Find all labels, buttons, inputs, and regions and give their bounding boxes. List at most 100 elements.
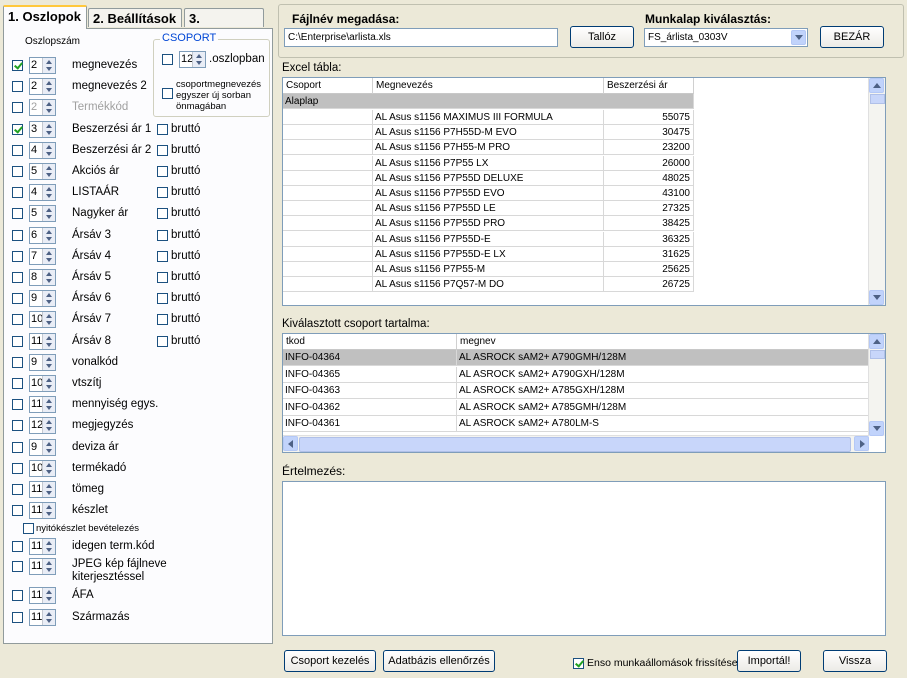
scroll-down-icon[interactable] bbox=[869, 290, 884, 305]
excel-cell[interactable] bbox=[283, 216, 373, 232]
excel-group-row[interactable]: Alaplap bbox=[283, 94, 694, 109]
excel-cell[interactable]: 43100 bbox=[604, 186, 694, 201]
excel-cell[interactable]: AL Asus s1156 P7P55D-E bbox=[373, 231, 604, 247]
column-enable-checkbox[interactable] bbox=[12, 590, 23, 601]
excel-vscrollbar[interactable] bbox=[868, 78, 885, 305]
column-number-spinner[interactable]: 4 bbox=[29, 141, 56, 159]
excel-cell[interactable]: 27325 bbox=[604, 201, 694, 217]
scroll-down-icon[interactable] bbox=[869, 421, 884, 436]
excel-column-header[interactable]: Megnevezés bbox=[373, 78, 604, 94]
selected-column-header[interactable]: megnev bbox=[457, 334, 871, 350]
column-number-spinner[interactable]: 11 bbox=[29, 481, 56, 498]
excel-cell[interactable]: 23200 bbox=[604, 140, 694, 156]
excel-cell[interactable]: AL Asus s1156 P7P55 LX bbox=[373, 155, 604, 171]
spinner-arrows-icon[interactable] bbox=[42, 58, 55, 73]
column-number-spinner[interactable]: 10 bbox=[29, 311, 56, 329]
excel-cell[interactable]: AL Asus s1156 P7P55D LE bbox=[373, 201, 604, 217]
column-number-spinner[interactable]: 12 bbox=[29, 417, 56, 435]
column-number-spinner[interactable]: 11 bbox=[29, 558, 56, 575]
file-path-input[interactable]: C:\Enterprise\arlista.xls bbox=[284, 28, 558, 47]
spinner-arrows-icon[interactable] bbox=[42, 439, 55, 455]
column-enable-checkbox[interactable] bbox=[12, 420, 23, 432]
spinner-arrows-icon[interactable] bbox=[42, 164, 55, 179]
column-number-spinner[interactable]: 9 bbox=[29, 290, 56, 308]
column-enable-checkbox[interactable] bbox=[12, 250, 23, 262]
csoport-column-spinner[interactable]: 12 bbox=[179, 51, 206, 68]
excel-cell[interactable]: AL Asus s1156 P7P55D-E LX bbox=[373, 246, 604, 262]
excel-cell[interactable]: 30475 bbox=[604, 125, 694, 141]
column-enable-checkbox[interactable] bbox=[12, 166, 23, 177]
excel-cell[interactable]: AL Asus s1156 P7P55D EVO bbox=[373, 186, 604, 201]
column-enable-checkbox[interactable] bbox=[12, 378, 23, 389]
brutto-checkbox[interactable] bbox=[157, 250, 168, 262]
csoport-kezeles-button[interactable]: Csoport kezelés bbox=[284, 650, 376, 672]
column-enable-checkbox[interactable] bbox=[12, 272, 23, 283]
spinner-arrows-icon[interactable] bbox=[42, 270, 55, 285]
column-number-spinner[interactable]: 11 bbox=[29, 396, 56, 414]
column-number-spinner[interactable]: 11 bbox=[29, 587, 56, 604]
excel-column-header[interactable]: Beszerzési ár bbox=[604, 78, 694, 94]
tab-beallitasok[interactable]: 2. Beállítások bbox=[88, 8, 182, 27]
excel-cell[interactable]: 25625 bbox=[604, 262, 694, 277]
excel-cell[interactable] bbox=[283, 140, 373, 156]
excel-cell[interactable]: 36325 bbox=[604, 231, 694, 247]
spinner-arrows-icon[interactable] bbox=[42, 206, 55, 222]
brutto-checkbox[interactable] bbox=[157, 208, 168, 220]
excel-cell[interactable]: AL Asus s1156 P7P55-M bbox=[373, 262, 604, 277]
selected-cell[interactable]: AL ASROCK sAM2+ A785GXH/128M bbox=[457, 383, 871, 399]
chevron-down-icon[interactable] bbox=[791, 30, 806, 45]
column-enable-checkbox[interactable] bbox=[12, 60, 23, 71]
column-enable-checkbox[interactable] bbox=[12, 541, 23, 552]
column-enable-checkbox[interactable] bbox=[12, 314, 23, 326]
spinner-arrows-icon[interactable] bbox=[42, 376, 55, 391]
excel-cell[interactable] bbox=[283, 262, 373, 277]
scroll-thumb[interactable] bbox=[870, 350, 885, 359]
selected-cell[interactable]: INFO-04364 bbox=[283, 350, 457, 366]
selected-cell[interactable]: AL ASROCK sAM2+ A790GMH/128M bbox=[457, 350, 871, 366]
spinner-arrows-icon[interactable] bbox=[42, 354, 55, 370]
excel-cell[interactable]: 55075 bbox=[604, 110, 694, 125]
selected-hscrollbar[interactable] bbox=[283, 435, 869, 452]
column-number-spinner[interactable]: 5 bbox=[29, 163, 56, 180]
csoport-spinner-arrows-icon[interactable] bbox=[192, 52, 205, 67]
selected-cell[interactable]: AL ASROCK sAM2+ A785GMH/128M bbox=[457, 399, 871, 416]
ertelmezes-textarea[interactable] bbox=[282, 481, 886, 636]
spinner-arrows-icon[interactable] bbox=[42, 79, 55, 95]
spinner-arrows-icon[interactable] bbox=[42, 227, 55, 243]
spinner-arrows-icon[interactable] bbox=[42, 418, 55, 434]
excel-cell[interactable] bbox=[283, 170, 373, 186]
column-enable-checkbox[interactable] bbox=[12, 81, 23, 93]
excel-cell[interactable]: AL Asus s1156 P7P55D DELUXE bbox=[373, 170, 604, 186]
excel-cell[interactable]: AL Asus s1156 P7P55D PRO bbox=[373, 216, 604, 232]
brutto-checkbox[interactable] bbox=[157, 272, 168, 283]
tab-specialis[interactable]: 3. Speciális bbox=[184, 8, 264, 45]
column-enable-checkbox[interactable] bbox=[12, 484, 23, 495]
selected-cell[interactable]: INFO-04361 bbox=[283, 416, 457, 432]
scroll-right-icon[interactable] bbox=[854, 436, 869, 451]
column-number-spinner[interactable]: 9 bbox=[29, 438, 56, 456]
column-enable-checkbox[interactable] bbox=[12, 123, 23, 135]
selected-group-table[interactable]: tkod megnev INFO-04364 AL ASROCK sAM2+ A790… bbox=[282, 333, 886, 453]
brutto-checkbox[interactable] bbox=[157, 335, 168, 347]
column-enable-checkbox[interactable] bbox=[12, 293, 23, 305]
column-enable-checkbox[interactable] bbox=[12, 561, 23, 572]
spinner-arrows-icon[interactable] bbox=[42, 559, 55, 574]
excel-cell[interactable]: 48025 bbox=[604, 170, 694, 186]
excel-cell[interactable] bbox=[283, 277, 373, 293]
column-number-spinner[interactable]: 9 bbox=[29, 353, 56, 371]
selected-cell[interactable]: AL ASROCK sAM2+ A790GXH/128M bbox=[457, 366, 871, 383]
column-number-spinner[interactable]: 5 bbox=[29, 205, 56, 223]
column-enable-checkbox[interactable] bbox=[12, 612, 23, 623]
column-enable-checkbox[interactable] bbox=[12, 356, 23, 368]
column-enable-checkbox[interactable] bbox=[12, 187, 23, 199]
column-enable-checkbox[interactable] bbox=[12, 102, 23, 114]
spinner-arrows-icon[interactable] bbox=[42, 100, 55, 116]
scroll-up-icon[interactable] bbox=[869, 78, 884, 93]
column-enable-checkbox[interactable] bbox=[12, 462, 23, 474]
column-number-spinner[interactable]: 2 bbox=[29, 99, 56, 117]
import-button[interactable]: Importál! bbox=[737, 650, 801, 672]
excel-cell[interactable]: 31625 bbox=[604, 246, 694, 262]
excel-cell[interactable] bbox=[283, 110, 373, 125]
spinner-arrows-icon[interactable] bbox=[42, 397, 55, 413]
excel-cell[interactable] bbox=[283, 155, 373, 171]
